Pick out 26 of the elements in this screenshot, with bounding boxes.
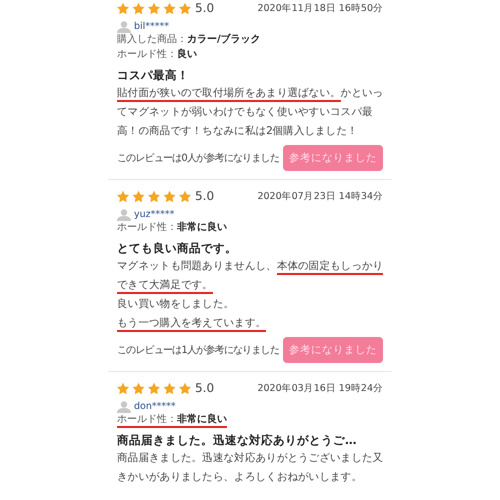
review-attribute: ホールド性：非常に良い (117, 221, 227, 235)
reviewer-name: don***** (134, 401, 176, 412)
user-icon (117, 400, 131, 412)
review-text: マグネットも問題ありませんし、本体の固定もしっかり できて大満足です。 良い買い物をしました。 もう一つ購入を考えています。 (117, 257, 384, 335)
rating-value: 5.0 (195, 189, 214, 203)
review-text: 貼付面が狭いので取付場所をあまり選ばない。かといっ てマグネットが弱いわけでもなく使いやすいコスパ最 高！の商品です！ちなみに私は2個購入しました！ (117, 86, 384, 139)
reviewer-name: bil***** (134, 21, 170, 32)
user-icon (117, 208, 131, 220)
review-attribute: 購入した商品：カラー/ブラック (117, 33, 261, 47)
review-title: 商品届きました。迅速な対応ありがとうご… (117, 432, 358, 449)
helpful-button[interactable]: 参考になりました (283, 145, 383, 171)
review-date: 2020年07月23日 14時34分 (257, 190, 383, 202)
rating-value: 5.0 (195, 381, 214, 395)
rating-value: 5.0 (195, 1, 214, 15)
review-date: 2020年03月16日 19時24分 (257, 382, 383, 394)
review-attribute: ホールド性：良い (117, 48, 197, 62)
helpful-count: このレビューは0人が参考になりました (117, 152, 279, 165)
reviewer-name: yuz***** (134, 209, 174, 220)
helpful-count: このレビューは1人が参考になりました (117, 344, 279, 357)
helpful-button[interactable]: 参考になりました (283, 337, 383, 363)
user-icon (117, 20, 131, 32)
review-text: 商品届きました。迅速な対応ありがとうございました又 きかいがありましたら、よろしくおねがいします。 (117, 451, 384, 485)
review-title: とても良い商品です。 (117, 240, 238, 257)
review-date: 2020年11月18日 16時50分 (257, 2, 383, 14)
review-attribute: ホールド性：非常に良い (117, 413, 227, 428)
review-title: コスパ最高！ (117, 67, 190, 84)
